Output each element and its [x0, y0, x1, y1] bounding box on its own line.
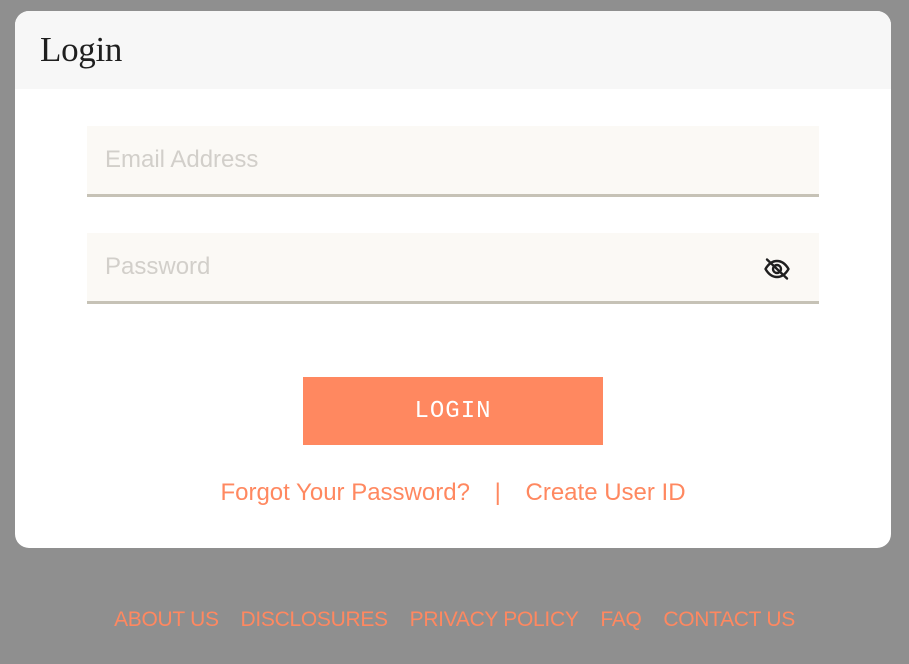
email-field[interactable] [87, 126, 819, 194]
password-field-container [87, 233, 819, 304]
create-user-id-link[interactable]: Create User ID [526, 479, 686, 506]
account-links: Forgot Your Password? | Create User ID [15, 479, 891, 507]
page-title: Login [40, 30, 123, 69]
forgot-password-link[interactable]: Forgot Your Password? [220, 479, 469, 506]
link-separator: | [494, 479, 501, 506]
footer-nav: ABOUT US DISCLOSURES PRIVACY POLICY FAQ … [0, 608, 909, 632]
footer-link-about-us[interactable]: ABOUT US [114, 608, 219, 631]
password-field[interactable] [87, 233, 819, 301]
eye-slash-icon[interactable] [763, 257, 791, 281]
footer-link-contact-us[interactable]: CONTACT US [663, 608, 795, 631]
email-field-container [87, 126, 819, 197]
page: Login LOGIN Forgot Your Password? | Crea… [0, 0, 909, 664]
footer-link-disclosures[interactable]: DISCLOSURES [241, 608, 389, 631]
card-header: Login [15, 11, 891, 89]
login-card: Login LOGIN Forgot Your Password? | Crea… [15, 11, 891, 548]
login-button[interactable]: LOGIN [303, 377, 603, 445]
footer-link-faq[interactable]: FAQ [600, 608, 641, 631]
footer-link-privacy-policy[interactable]: PRIVACY POLICY [410, 608, 579, 631]
